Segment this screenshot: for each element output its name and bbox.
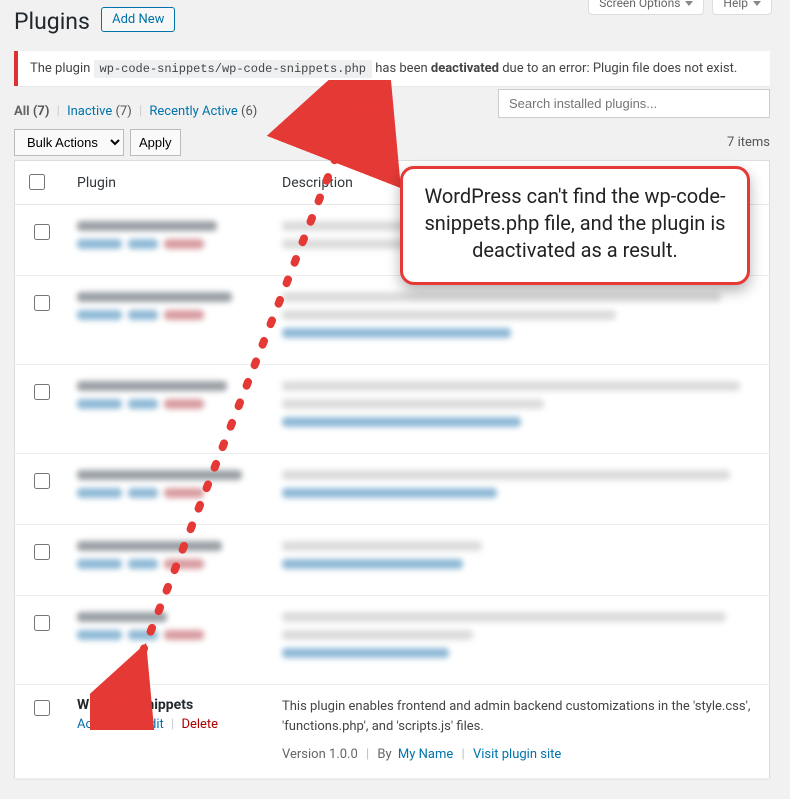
apply-button[interactable]: Apply [130,129,181,156]
help-toggle[interactable]: Help [712,0,772,15]
filter-recently-active[interactable]: Recently Active (6) [149,104,257,119]
filter-inactive[interactable]: Inactive (7) [67,104,132,119]
plugin-description: This plugin enables frontend and admin b… [282,697,759,737]
notice-code: wp-code-snippets/wp-code-snippets.php [94,60,372,78]
chevron-down-icon [685,1,693,6]
annotation-callout: WordPress can't find the wp-code-snippet… [400,166,750,285]
bulk-actions-select[interactable]: Bulk Actions [14,129,124,156]
items-count: 7 items [727,135,770,150]
notice-pre: The plugin [30,61,94,76]
screen-options-toggle[interactable]: Screen Options [588,0,704,15]
row-checkbox[interactable] [34,224,50,240]
select-all-checkbox[interactable] [29,174,45,190]
table-row [15,276,770,365]
table-row-wp-code-snippets: WP Code Snippets Activate | Edit | Delet… [15,685,770,779]
row-checkbox[interactable] [34,473,50,489]
page-title: Plugins [14,8,90,35]
plugin-name: WP Code Snippets [77,697,193,713]
visit-plugin-site-link[interactable]: Visit plugin site [473,747,561,762]
screen-options-label: Screen Options [599,0,680,10]
activate-link[interactable]: Activate [77,717,124,732]
filter-all[interactable]: All (7) [14,104,49,119]
chevron-down-icon [753,1,761,6]
plugin-meta: Version 1.0.0 | By My Name | Visit plugi… [282,747,759,762]
table-row [15,454,770,525]
column-plugin[interactable]: Plugin [67,161,272,205]
row-checkbox[interactable] [34,700,50,716]
add-new-button[interactable]: Add New [101,7,175,32]
edit-link[interactable]: Edit [142,717,164,732]
row-checkbox[interactable] [34,295,50,311]
notice-post: due to an error: Plugin file does not ex… [502,61,737,76]
notice-mid: has been [375,61,431,76]
notice-strong: deactivated [431,61,499,76]
author-link[interactable]: My Name [398,747,453,762]
table-row [15,525,770,596]
error-notice: The plugin wp-code-snippets/wp-code-snip… [14,51,770,86]
row-checkbox[interactable] [34,615,50,631]
table-row [15,365,770,454]
table-row [15,596,770,685]
delete-link[interactable]: Delete [181,717,218,732]
row-checkbox[interactable] [34,384,50,400]
help-label: Help [723,0,748,10]
search-input[interactable] [498,89,770,118]
row-checkbox[interactable] [34,544,50,560]
